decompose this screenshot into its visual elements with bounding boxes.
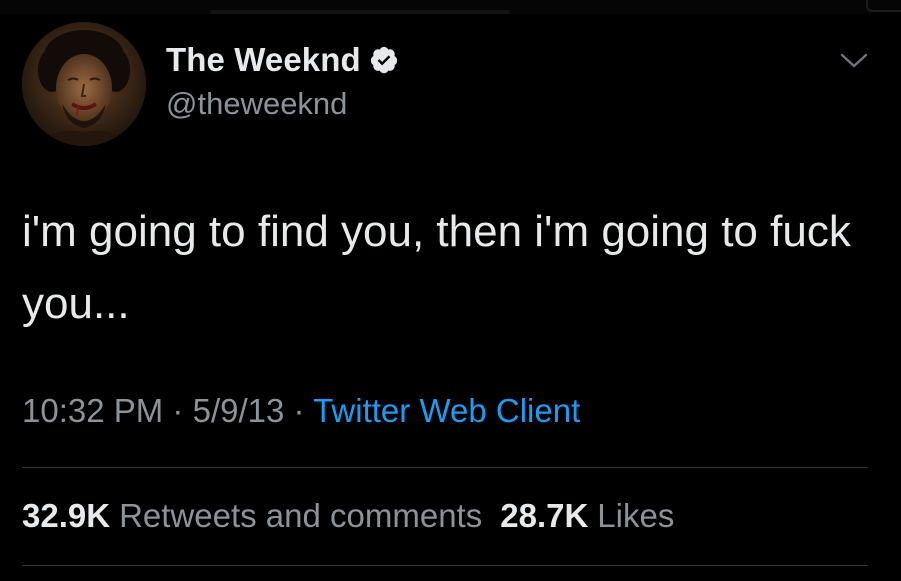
- tweet-date[interactable]: 5/9/13: [193, 392, 285, 429]
- verified-badge-icon: [369, 45, 399, 75]
- tweet-stats: 32.9K Retweets and comments 28.7K Likes: [22, 497, 674, 535]
- retweets-label: Retweets and comments: [119, 497, 483, 534]
- corner-frame-mark: [866, 0, 901, 12]
- divider: [22, 565, 868, 566]
- tweet-card: The Weeknd @theweeknd i'm going to find …: [0, 0, 901, 581]
- tweet-time[interactable]: 10:32 PM: [22, 392, 163, 429]
- likes-stat[interactable]: 28.7K Likes: [500, 497, 674, 534]
- tweet-text: i'm going to find you, then i'm going to…: [22, 207, 851, 328]
- meta-separator: ·: [293, 392, 305, 429]
- top-strip-blur: [210, 10, 510, 14]
- author-display-name[interactable]: The Weeknd: [166, 41, 361, 79]
- divider: [22, 467, 868, 468]
- top-status-strip: [0, 0, 901, 14]
- likes-label: Likes: [597, 497, 675, 534]
- tweet-source-link[interactable]: Twitter Web Client: [313, 392, 580, 429]
- tweet-metadata: 10:32 PM · 5/9/13 · Twitter Web Client: [22, 392, 580, 430]
- avatar-image: [22, 22, 146, 146]
- retweets-stat[interactable]: 32.9K Retweets and comments: [22, 497, 482, 534]
- retweets-count: 32.9K: [22, 497, 111, 534]
- author-handle[interactable]: @theweeknd: [166, 86, 347, 122]
- meta-separator: ·: [172, 392, 184, 429]
- chevron-down-icon[interactable]: [838, 50, 870, 72]
- author-name-row[interactable]: The Weeknd: [166, 40, 399, 80]
- likes-count: 28.7K: [500, 497, 589, 534]
- profile-avatar[interactable]: [22, 22, 146, 146]
